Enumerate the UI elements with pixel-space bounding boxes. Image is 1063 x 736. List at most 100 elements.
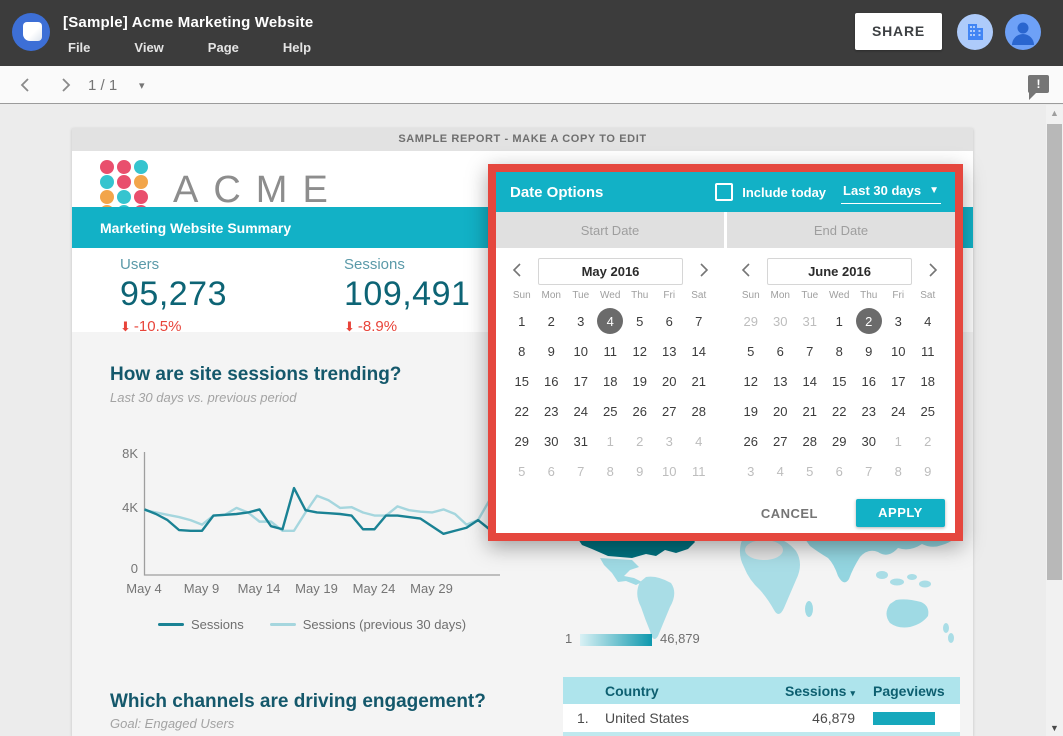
column-sessions[interactable]: Sessions▾ — [745, 683, 855, 699]
calendar-day[interactable]: 1 — [825, 306, 855, 336]
calendar-day[interactable]: 13 — [766, 366, 796, 396]
calendar-day[interactable]: 19 — [625, 366, 655, 396]
calendar-day[interactable]: 5 — [736, 336, 766, 366]
calendar-day[interactable]: 29 — [507, 426, 537, 456]
include-today-checkbox[interactable] — [715, 183, 733, 201]
calendar-day[interactable]: 17 — [566, 366, 596, 396]
calendar-day[interactable]: 4 — [766, 456, 796, 486]
calendar-day[interactable]: 4 — [684, 426, 714, 456]
calendar-day[interactable]: 24 — [884, 396, 914, 426]
calendar-day[interactable]: 1 — [884, 426, 914, 456]
feedback-icon[interactable]: ! — [1028, 75, 1049, 93]
calendar-day[interactable]: 3 — [655, 426, 685, 456]
next-page-icon[interactable] — [55, 75, 75, 95]
calendar-day[interactable]: 7 — [566, 456, 596, 486]
calendar-day[interactable]: 12 — [625, 336, 655, 366]
calendar-day[interactable]: 27 — [766, 426, 796, 456]
calendar-day[interactable]: 30 — [854, 426, 884, 456]
calendar-day[interactable]: 9 — [625, 456, 655, 486]
menu-view[interactable]: View — [134, 40, 163, 55]
calendar-day[interactable]: 24 — [566, 396, 596, 426]
calendar-day[interactable]: 7 — [854, 456, 884, 486]
menu-file[interactable]: File — [68, 40, 90, 55]
calendar-day[interactable]: 15 — [825, 366, 855, 396]
calendar-day[interactable]: 21 — [684, 366, 714, 396]
calendar-day[interactable]: 28 — [684, 396, 714, 426]
page-indicator[interactable]: 1 / 1 — [88, 77, 117, 94]
calendar-day[interactable]: 9 — [913, 456, 943, 486]
calendar-day[interactable]: 26 — [736, 426, 766, 456]
calendar-day[interactable]: 17 — [884, 366, 914, 396]
calendar-day[interactable]: 3 — [566, 306, 596, 336]
organization-icon[interactable] — [957, 14, 993, 50]
calendar-day[interactable]: 9 — [537, 336, 567, 366]
calendar-day[interactable]: 7 — [795, 336, 825, 366]
calendar-day[interactable]: 16 — [854, 366, 884, 396]
scorecard-users[interactable]: Users 95,273 ⬇ -10.5% — [120, 256, 227, 335]
calendar-day[interactable]: 13 — [655, 336, 685, 366]
tab-end-date[interactable]: End Date — [727, 212, 955, 248]
calendar-day[interactable]: 29 — [736, 306, 766, 336]
calendar-day[interactable]: 21 — [795, 396, 825, 426]
country-table[interactable]: Country Sessions▾ Pageviews 1. United St… — [563, 677, 960, 736]
calendar-day[interactable]: 29 — [825, 426, 855, 456]
page-dropdown-caret-icon[interactable]: ▾ — [139, 79, 145, 92]
calendar-next-icon[interactable] — [922, 260, 942, 280]
calendar-day[interactable]: 30 — [537, 426, 567, 456]
calendar-day[interactable]: 1 — [596, 426, 626, 456]
calendar-day[interactable]: 6 — [655, 306, 685, 336]
calendar-day[interactable]: 6 — [825, 456, 855, 486]
calendar-day[interactable]: 14 — [684, 336, 714, 366]
calendar-day[interactable]: 11 — [913, 336, 943, 366]
calendar-day[interactable]: 6 — [766, 336, 796, 366]
calendar-day[interactable]: 26 — [625, 396, 655, 426]
calendar-day[interactable]: 25 — [596, 396, 626, 426]
calendar-day[interactable]: 20 — [766, 396, 796, 426]
share-button[interactable]: SHARE — [855, 13, 942, 50]
calendar-day[interactable]: 31 — [566, 426, 596, 456]
calendar-day[interactable]: 20 — [655, 366, 685, 396]
avatar[interactable] — [1005, 14, 1041, 50]
calendar-day[interactable]: 23 — [537, 396, 567, 426]
calendar-day[interactable]: 23 — [854, 396, 884, 426]
calendar-day[interactable]: 4 — [596, 306, 626, 336]
report-title[interactable]: [Sample] Acme Marketing Website — [63, 14, 313, 31]
calendar-day[interactable]: 28 — [795, 426, 825, 456]
data-studio-logo-icon[interactable] — [12, 13, 50, 51]
calendar-day[interactable]: 8 — [884, 456, 914, 486]
calendar-day[interactable]: 5 — [507, 456, 537, 486]
calendar-day[interactable]: 30 — [766, 306, 796, 336]
calendar-day[interactable]: 1 — [507, 306, 537, 336]
calendar-day[interactable]: 14 — [795, 366, 825, 396]
column-country[interactable]: Country — [605, 683, 745, 699]
calendar-day[interactable]: 2 — [625, 426, 655, 456]
calendar-day[interactable]: 7 — [684, 306, 714, 336]
calendar-day[interactable]: 10 — [655, 456, 685, 486]
column-pageviews[interactable]: Pageviews — [855, 683, 960, 699]
calendar-day[interactable]: 22 — [825, 396, 855, 426]
calendar-prev-icon[interactable] — [737, 260, 757, 280]
calendar-day[interactable]: 27 — [655, 396, 685, 426]
scrollbar[interactable]: ▲ ▼ — [1046, 105, 1063, 736]
calendar-day[interactable]: 19 — [736, 396, 766, 426]
calendar-day[interactable]: 25 — [913, 396, 943, 426]
calendar-day[interactable]: 11 — [684, 456, 714, 486]
scroll-up-icon[interactable]: ▲ — [1046, 108, 1063, 118]
calendar-day[interactable]: 2 — [537, 306, 567, 336]
calendar-day[interactable]: 10 — [884, 336, 914, 366]
calendar-day[interactable]: 2 — [854, 306, 884, 336]
scrollbar-thumb[interactable] — [1047, 124, 1062, 580]
calendar-day[interactable]: 8 — [596, 456, 626, 486]
calendar-day[interactable]: 9 — [854, 336, 884, 366]
calendar-month-input[interactable]: May 2016 — [538, 258, 683, 285]
date-range-dropdown[interactable]: Last 30 days ▼ — [841, 181, 941, 204]
calendar-day[interactable]: 6 — [537, 456, 567, 486]
calendar-day[interactable]: 16 — [537, 366, 567, 396]
calendar-day[interactable]: 31 — [795, 306, 825, 336]
calendar-day[interactable]: 10 — [566, 336, 596, 366]
calendar-day[interactable]: 8 — [507, 336, 537, 366]
calendar-prev-icon[interactable] — [508, 260, 528, 280]
calendar-day[interactable]: 8 — [825, 336, 855, 366]
menu-page[interactable]: Page — [208, 40, 239, 55]
calendar-day[interactable]: 2 — [913, 426, 943, 456]
